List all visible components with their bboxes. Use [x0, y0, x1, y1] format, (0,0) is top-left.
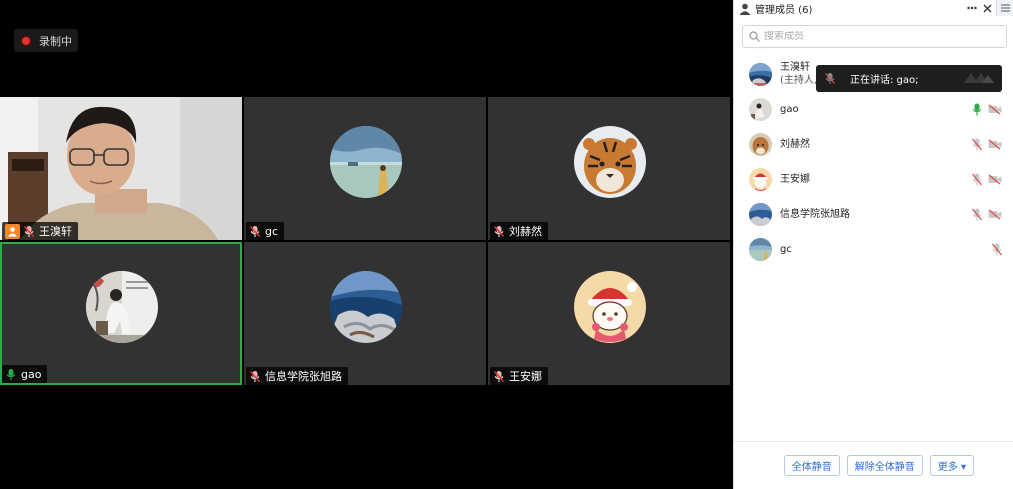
avatar: [86, 271, 158, 343]
participant-name-tag: 王安娜: [490, 367, 548, 385]
member-row[interactable]: 信息学院张旭路: [734, 197, 1013, 232]
video-off-icon[interactable]: [988, 209, 1002, 220]
participant-name-tag: gao: [2, 365, 48, 383]
avatar: [330, 126, 402, 198]
unmute-all-button[interactable]: 解除全体静音: [846, 455, 923, 476]
member-name: gao: [780, 104, 799, 115]
participant-name-tag: 刘赫然: [490, 222, 548, 240]
avatar: [749, 203, 772, 226]
member-status-icons: [966, 197, 1002, 232]
member-status-icons: [966, 127, 1002, 162]
participant-name: gao: [21, 367, 42, 381]
search-icon: [749, 31, 760, 42]
mic-muted-icon[interactable]: [972, 173, 982, 186]
member-row[interactable]: 刘赫然: [734, 127, 1013, 162]
video-stage: 录制中 王溴轩 gc 刘赫然 gao 信息学院张旭路 王安娜: [0, 0, 733, 489]
video-tile-gc[interactable]: gc: [244, 97, 486, 240]
search-input[interactable]: [764, 31, 994, 42]
participant-name: 刘赫然: [509, 225, 542, 238]
mic-muted-icon[interactable]: [972, 138, 982, 151]
mic-muted-icon: [825, 73, 835, 84]
mic-muted-icon: [23, 225, 35, 237]
recording-label: 录制中: [39, 34, 72, 48]
mic-muted-icon[interactable]: [992, 243, 1002, 256]
panel-footer: 全体静音 解除全体静音 更多 ▾: [734, 441, 1013, 489]
camera-feed: [0, 97, 242, 240]
participant-name-tag: 王溴轩: [2, 222, 78, 240]
member-name: 信息学院张旭路: [780, 209, 850, 220]
member-row[interactable]: 王安娜: [734, 162, 1013, 197]
close-icon[interactable]: [981, 1, 993, 15]
recording-indicator[interactable]: 录制中: [14, 29, 78, 52]
member-status-icons: [986, 232, 1002, 267]
mic-muted-icon: [493, 370, 505, 382]
speaking-text: 正在讲话: gao;: [850, 75, 919, 86]
avatar: [574, 271, 646, 343]
speaking-tooltip: 正在讲话: gao;: [816, 65, 1002, 92]
participant-name: 王溴轩: [39, 225, 72, 238]
more-horizontal-icon[interactable]: [966, 1, 978, 15]
avatar: [749, 168, 772, 191]
member-search[interactable]: [742, 25, 1007, 48]
mic-muted-icon[interactable]: [972, 208, 982, 221]
member-status-icons: [966, 92, 1002, 127]
mic-active-icon[interactable]: [972, 103, 982, 116]
mic-muted-icon: [249, 225, 261, 237]
member-row[interactable]: gao: [734, 92, 1013, 127]
user-icon: [739, 3, 751, 15]
mic-active-icon: [6, 368, 16, 380]
avatar: [749, 62, 772, 86]
video-tile-zhangxulu[interactable]: 信息学院张旭路: [244, 242, 486, 385]
participant-name-tag: 信息学院张旭路: [246, 367, 348, 385]
video-tile-wanganna[interactable]: 王安娜: [488, 242, 730, 385]
member-status-icons: [966, 162, 1002, 197]
app-logo-icon: [964, 73, 994, 83]
avatar: [749, 133, 772, 156]
host-badge-icon: [5, 223, 20, 239]
video-off-icon[interactable]: [988, 139, 1002, 150]
hamburger-menu-icon[interactable]: [996, 0, 1013, 16]
avatar: [749, 238, 772, 261]
video-off-icon[interactable]: [988, 104, 1002, 115]
member-name: gc: [780, 244, 792, 255]
member-row[interactable]: gc: [734, 232, 1013, 267]
mute-all-button[interactable]: 全体静音: [783, 455, 840, 476]
panel-header-actions: [966, 0, 1013, 16]
member-name: 王安娜: [780, 174, 810, 185]
mic-muted-icon: [249, 370, 261, 382]
video-off-icon[interactable]: [988, 174, 1002, 185]
participant-name: 王安娜: [509, 370, 542, 383]
avatar: [749, 98, 772, 121]
record-dot-icon: [22, 36, 30, 45]
avatar: [574, 126, 646, 198]
video-tile-gao-active-speaker[interactable]: gao: [0, 242, 242, 385]
avatar: [330, 271, 402, 343]
member-name: 刘赫然: [780, 139, 810, 150]
video-tile-liuheran[interactable]: 刘赫然: [488, 97, 730, 240]
participant-name: gc: [265, 224, 279, 238]
panel-title: 管理成员 (6): [755, 5, 813, 16]
participant-name: 信息学院张旭路: [265, 370, 342, 383]
more-dropdown-button[interactable]: 更多 ▾: [929, 455, 974, 476]
video-grid: 王溴轩 gc 刘赫然 gao 信息学院张旭路 王安娜: [0, 97, 733, 386]
mic-muted-icon: [493, 225, 505, 237]
video-tile-host[interactable]: 王溴轩: [0, 97, 242, 240]
participant-name-tag: gc: [246, 222, 285, 240]
